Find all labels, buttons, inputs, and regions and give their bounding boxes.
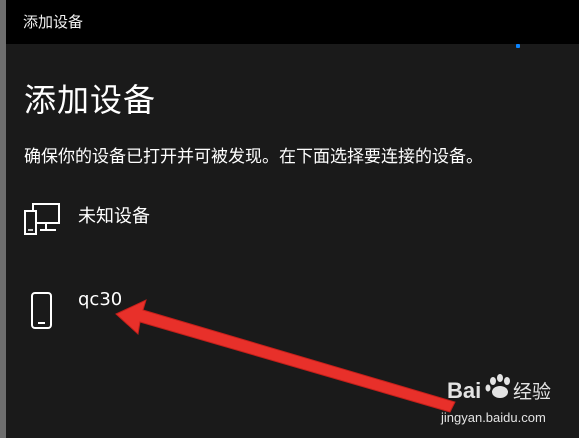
svg-text:jingyan.baidu.com: jingyan.baidu.com bbox=[440, 410, 546, 425]
device-name: qc30 bbox=[78, 289, 123, 310]
window-left-edge bbox=[0, 0, 6, 438]
title-bar[interactable]: 添加设备 bbox=[6, 0, 579, 44]
device-name: 未知设备 bbox=[78, 206, 150, 227]
add-device-window: 添加设备 添加设备 确保你的设备已打开并可被发现。在下面选择要连接的设备。 未知… bbox=[0, 0, 579, 438]
phone-icon bbox=[20, 281, 64, 337]
instruction-text: 确保你的设备已打开并可被发现。在下面选择要连接的设备。 bbox=[24, 147, 483, 167]
baidu-jingyan-watermark-logo: Bai 经验 jingyan.baidu.com bbox=[440, 374, 551, 425]
svg-text:Bai: Bai bbox=[447, 378, 481, 403]
window-title: 添加设备 bbox=[23, 13, 84, 31]
device-item-qc30[interactable]: qc30 bbox=[20, 281, 560, 337]
page-title: 添加设备 bbox=[24, 81, 157, 119]
unknown-device-icon bbox=[20, 190, 64, 246]
svg-text:经验: 经验 bbox=[513, 381, 551, 403]
device-item-unknown[interactable]: 未知设备 bbox=[20, 190, 560, 246]
focus-indicator bbox=[516, 44, 520, 48]
